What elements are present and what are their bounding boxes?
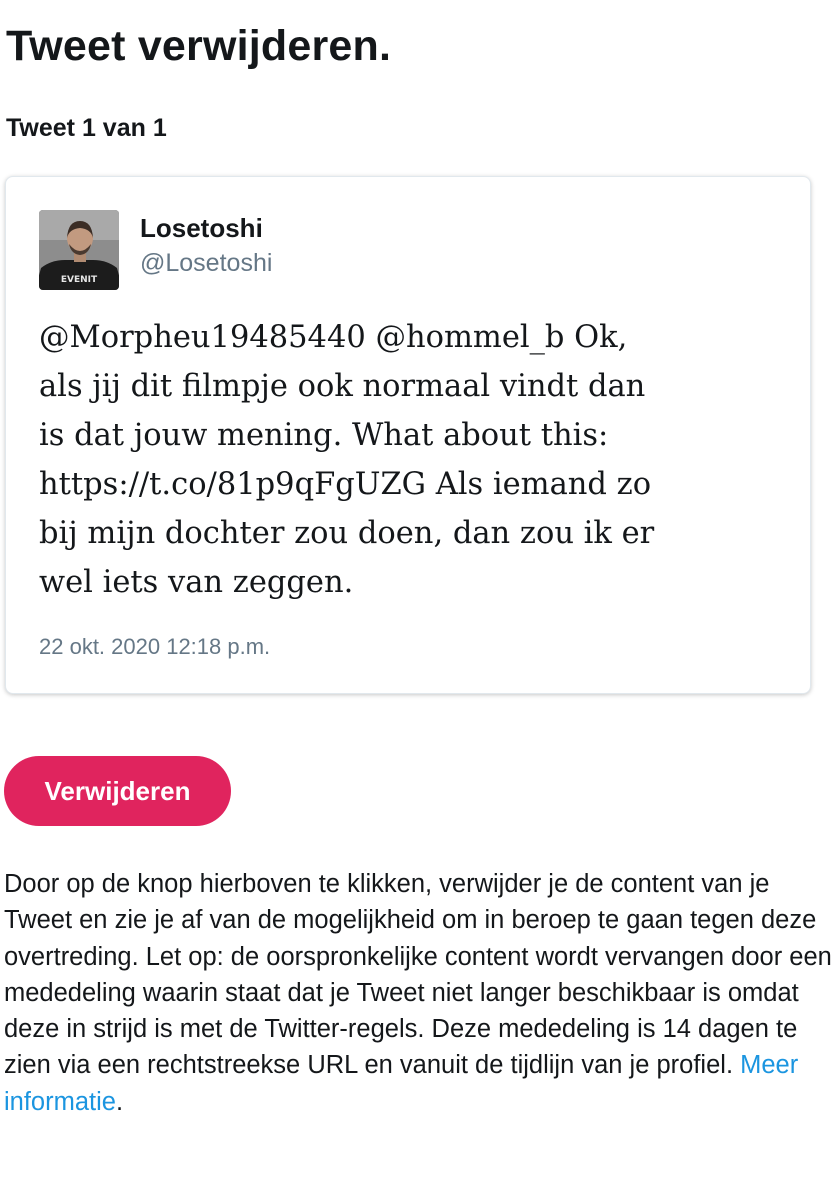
tweet-timestamp: 22 okt. 2020 12:18 p.m. — [39, 634, 271, 659]
tweet-card: EVENIT Losetoshi @Losetoshi @Morpheu1948… — [5, 176, 811, 694]
author-name[interactable]: Losetoshi — [140, 213, 263, 244]
page-title: Tweet verwijderen. — [6, 22, 392, 70]
avatar[interactable]: EVENIT — [39, 210, 119, 290]
delete-button[interactable]: Verwijderen — [4, 756, 231, 826]
avatar-image: EVENIT — [39, 210, 119, 290]
author-handle[interactable]: @Losetoshi — [140, 249, 272, 278]
tweet-text: @Morpheu19485440 @hommel_b Ok, als jij d… — [39, 320, 655, 600]
info-paragraph: Door op de knop hierboven te klikken, ve… — [4, 866, 834, 1120]
info-text: Door op de knop hierboven te klikken, ve… — [4, 870, 832, 1080]
tweet-counter: Tweet 1 van 1 — [6, 114, 167, 142]
avatar-shirt-text: EVENIT — [61, 275, 98, 285]
info-end-punct: . — [115, 1087, 124, 1116]
